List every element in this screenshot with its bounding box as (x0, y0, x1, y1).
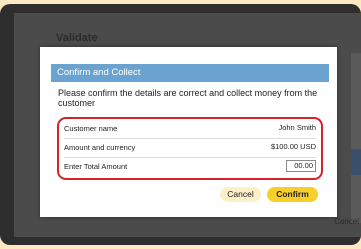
amount-currency-label: Amount and currency (64, 143, 136, 152)
customer-name-row: Customer name John Smith (64, 120, 316, 139)
app-screen: Validate Cancel Confirm and Collect Plea… (14, 13, 361, 237)
confirm-button[interactable]: Confirm (267, 187, 318, 202)
total-amount-row: Enter Total Amount 00.00 (64, 158, 316, 176)
details-panel: Customer name John Smith Amount and curr… (57, 117, 323, 180)
confirm-collect-dialog: Confirm and Collect Please confirm the d… (40, 47, 337, 217)
cancel-button[interactable]: Cancel (220, 187, 261, 202)
customer-name-label: Customer name (64, 124, 118, 133)
total-amount-label: Enter Total Amount (64, 162, 128, 171)
amount-currency-row: Amount and currency $100.00 USD (64, 139, 316, 158)
dialog-title: Confirm and Collect (51, 64, 329, 82)
customer-name-value: John Smith (278, 123, 316, 132)
dialog-message: Please confirm the details are correct a… (58, 88, 318, 108)
background-cancel-button[interactable]: Cancel (334, 217, 359, 226)
background-side-panel (351, 53, 361, 223)
tablet-frame: Validate Cancel Confirm and Collect Plea… (0, 4, 361, 245)
amount-currency-value: $100.00 USD (270, 142, 316, 151)
background-page-title: Validate (56, 32, 98, 44)
total-amount-input[interactable]: 00.00 (286, 160, 316, 172)
background-side-bar (351, 149, 361, 175)
